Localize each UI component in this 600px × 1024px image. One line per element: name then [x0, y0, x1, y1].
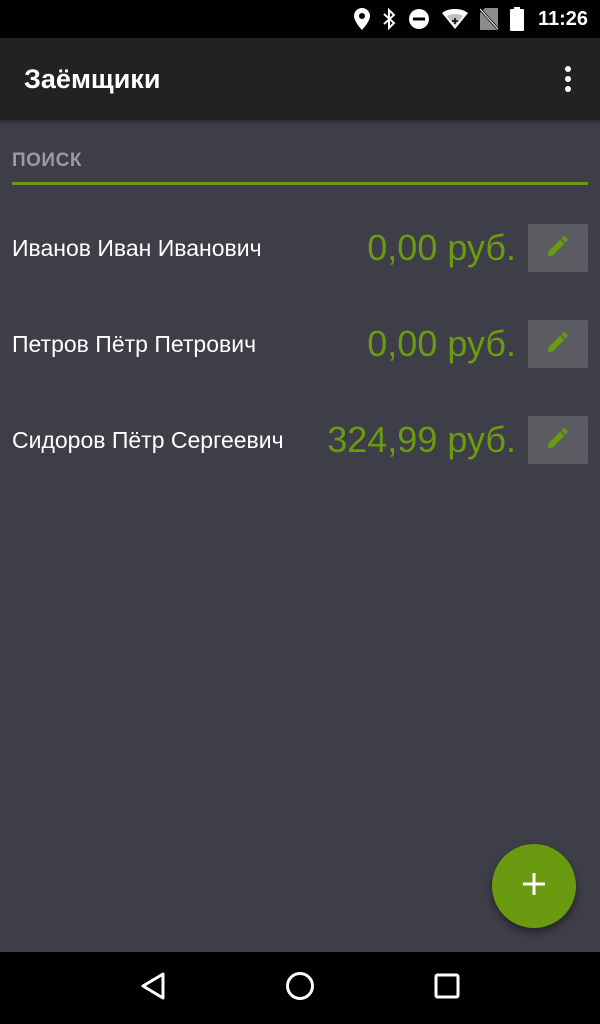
pencil-icon: [545, 329, 571, 360]
borrowers-screen: 11:26 Заёмщики Иванов Иван Иванович 0,00…: [0, 0, 600, 1024]
status-time: 11:26: [537, 7, 588, 30]
borrower-name: Иванов Иван Иванович: [12, 234, 262, 261]
location-icon: [353, 8, 370, 30]
edit-button[interactable]: [528, 416, 588, 464]
home-icon: [285, 971, 315, 1006]
home-button[interactable]: [268, 956, 332, 1020]
borrower-name: Петров Пётр Петрович: [12, 330, 257, 357]
borrower-name: Сидоров Пётр Сергеевич: [12, 426, 284, 453]
menu-dot: [565, 86, 571, 92]
edit-button[interactable]: [528, 320, 588, 368]
search-field: [12, 140, 588, 185]
edit-button[interactable]: [528, 224, 588, 272]
borrower-list: Иванов Иван Иванович 0,00 руб. Петров Пё…: [0, 200, 600, 488]
add-icon: [521, 871, 547, 902]
navigation-bar: [0, 952, 600, 1024]
status-bar: 11:26: [0, 0, 600, 38]
menu-dot: [565, 76, 571, 82]
list-item[interactable]: Петров Пётр Петрович 0,00 руб.: [0, 296, 600, 392]
borrower-amount: 0,00 руб.: [367, 227, 516, 268]
more-vert-icon[interactable]: [544, 55, 592, 103]
wifi-icon: [441, 9, 468, 29]
no-sim-icon: [479, 8, 498, 30]
pencil-icon: [545, 425, 571, 456]
recents-icon: [434, 973, 460, 1004]
app-bar: Заёмщики: [0, 38, 600, 120]
borrower-amount: 324,99 руб.: [327, 419, 516, 460]
recents-button[interactable]: [415, 956, 479, 1020]
status-icons: [353, 7, 524, 31]
borrower-amount: 0,00 руб.: [367, 323, 516, 364]
page-title: Заёмщики: [24, 63, 161, 94]
list-item[interactable]: Сидоров Пётр Сергеевич 324,99 руб.: [0, 392, 600, 488]
search-input[interactable]: [12, 140, 588, 182]
back-icon: [139, 971, 167, 1006]
list-item[interactable]: Иванов Иван Иванович 0,00 руб.: [0, 200, 600, 296]
add-borrower-button[interactable]: [492, 844, 576, 928]
bluetooth-icon: [382, 8, 396, 30]
pencil-icon: [545, 233, 571, 264]
back-button[interactable]: [121, 956, 185, 1020]
battery-icon: [509, 7, 524, 31]
do-not-disturb-icon: [408, 8, 430, 30]
menu-dot: [565, 66, 571, 72]
search-underline: [12, 182, 588, 185]
